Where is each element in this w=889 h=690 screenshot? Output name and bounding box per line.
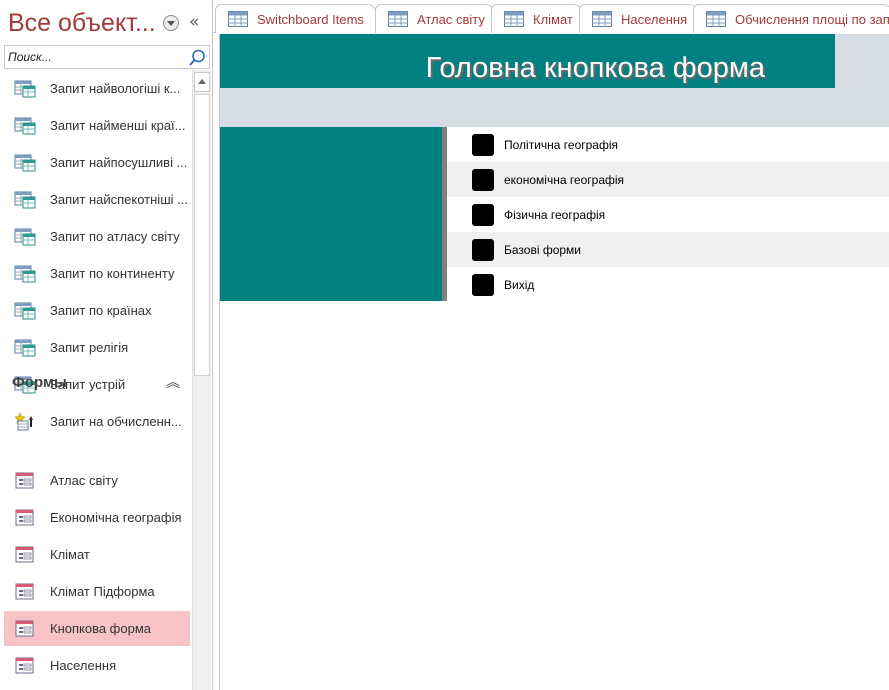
navigation-pane: Все объект... « Запит найвологіші к... З… [0, 0, 213, 690]
side-panel [220, 127, 442, 301]
nav-section-forms[interactable]: Формы ︽ [4, 368, 190, 396]
query-icon [14, 153, 36, 173]
switchboard-label: економічна географія [504, 172, 625, 187]
switchboard-row: Політична географія [447, 127, 889, 162]
tab-climate[interactable]: Клімат [491, 4, 583, 33]
switchboard-row: економічна географія [447, 162, 889, 197]
query-icon [14, 79, 36, 99]
search-input[interactable] [5, 46, 187, 68]
nav-item-label: Клімат Підформа [50, 584, 155, 599]
tab-label: Населення [621, 11, 688, 27]
query-icon [14, 227, 36, 247]
query-icon [14, 190, 36, 210]
chevron-up-icon[interactable]: ︽ [166, 372, 180, 392]
nav-item-label: Запит релігія [50, 340, 129, 355]
nav-item-label: Атлас світу [50, 473, 118, 488]
nav-item-query[interactable]: Запит найвологіші к... [4, 71, 190, 106]
switchboard-row: Вихід [447, 267, 889, 302]
form-icon [14, 619, 36, 639]
table-icon [388, 11, 408, 27]
nav-item-label: Запит по країнах [50, 303, 152, 318]
nav-item-query[interactable]: Запит найспекотніші ... [4, 182, 190, 217]
make-table-query-icon [14, 411, 36, 432]
nav-item-form-selected[interactable]: Кнопкова форма [4, 611, 190, 646]
nav-item-label: Запит найспекотніші ... [50, 192, 188, 207]
nav-item-form[interactable]: Клімат [4, 537, 190, 572]
nav-item-query[interactable]: Запит по атласу світу [4, 219, 190, 254]
tab-atlas[interactable]: Атлас світу [375, 4, 495, 33]
nav-item-query[interactable]: Запит на обчисленн... [4, 404, 190, 439]
nav-item-query[interactable]: Запит по континенту [4, 256, 190, 291]
nav-item-query[interactable]: Запит релігія [4, 330, 190, 365]
nav-item-label: Клімат [50, 547, 90, 562]
nav-item-label: Запит по атласу світу [50, 229, 180, 244]
table-icon [592, 11, 612, 27]
nav-item-label: Населення [50, 658, 117, 673]
nav-scrollbar[interactable] [192, 70, 211, 690]
form-icon [14, 545, 36, 565]
tab-area-calculation[interactable]: Обчислення площі по запи [693, 4, 889, 33]
switchboard-label: Фізична географія [504, 207, 606, 222]
query-icon [14, 338, 36, 358]
nav-item-label: Запит на обчисленн... [50, 414, 182, 429]
chevron-down-icon[interactable] [163, 15, 179, 31]
switchboard-label: Політична географія [504, 137, 619, 152]
switchboard-row: Базові форми [447, 232, 889, 267]
switchboard-row: Фізична географія [447, 197, 889, 232]
nav-item-label: Економічна географія [50, 510, 182, 525]
nav-item-label: Запит найвологіші к... [50, 81, 181, 96]
section-label: Формы [12, 373, 67, 391]
tab-label: Обчислення площі по запи [735, 11, 889, 27]
table-icon [228, 11, 248, 27]
nav-item-form[interactable]: Клімат Підформа [4, 574, 190, 609]
nav-header: Все объект... « [0, 0, 213, 44]
nav-item-form[interactable]: Економічна географія [4, 500, 190, 535]
switchboard-label: Базові форми [504, 242, 582, 257]
nav-item-label: Запит найменші краї... [50, 118, 186, 133]
query-icon [14, 264, 36, 284]
form-icon [14, 656, 36, 676]
nav-item-query[interactable]: Запит найпосушливі ... [4, 145, 190, 180]
nav-item-label: Запит найпосушливі ... [50, 155, 188, 170]
query-icon [14, 301, 36, 321]
nav-item-form[interactable]: Населення [4, 648, 190, 683]
tab-population[interactable]: Населення [579, 4, 699, 33]
switchboard-form: Головна кнопкова форма Політична географ… [219, 34, 889, 690]
tab-label: Switchboard Items [257, 11, 364, 27]
nav-item-label: Кнопкова форма [50, 621, 152, 636]
form-header: Головна кнопкова форма [220, 34, 889, 127]
document-tabs: Switchboard Items Атлас світу Клімат Нас… [213, 0, 889, 33]
collapse-pane-icon[interactable]: « [189, 12, 199, 32]
switchboard-button[interactable] [472, 238, 494, 261]
tab-switchboard-items[interactable]: Switchboard Items [215, 4, 377, 33]
table-icon [504, 11, 524, 27]
nav-item-query[interactable]: Запит найменші краї... [4, 108, 190, 143]
switchboard-button[interactable] [472, 133, 494, 156]
nav-title[interactable]: Все объект... [8, 9, 156, 38]
nav-item-form[interactable]: Атлас світу [4, 463, 190, 498]
query-icon [14, 116, 36, 136]
form-icon [14, 582, 36, 602]
form-title: Головна кнопкова форма [425, 52, 765, 84]
scroll-up-arrow-icon[interactable] [194, 72, 210, 92]
switchboard-buttons: Політична географія економічна географія… [447, 127, 889, 302]
nav-search-box [4, 45, 210, 69]
table-icon [706, 11, 726, 27]
nav-item-query[interactable]: Запит по країнах [4, 293, 190, 328]
switchboard-label: Вихід [504, 277, 535, 292]
switchboard-button[interactable] [472, 203, 494, 226]
form-icon [14, 508, 36, 528]
switchboard-button[interactable] [472, 273, 494, 296]
tab-label: Клімат [533, 11, 573, 27]
scroll-thumb[interactable] [194, 94, 210, 376]
nav-item-label: Запит по континенту [50, 266, 175, 281]
header-band: Головна кнопкова форма [220, 34, 835, 88]
tab-label: Атлас світу [417, 11, 485, 27]
search-icon[interactable] [187, 48, 207, 68]
switchboard-button[interactable] [472, 168, 494, 191]
form-icon [14, 471, 36, 491]
